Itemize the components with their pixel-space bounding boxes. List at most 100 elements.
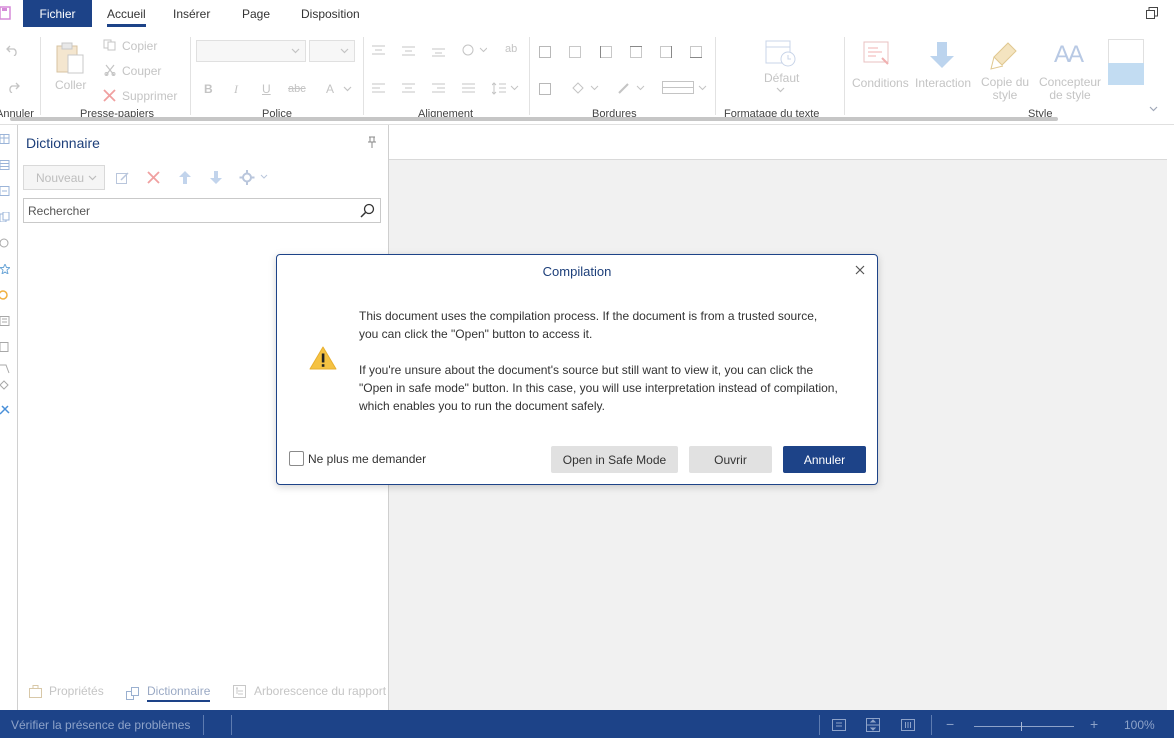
pages-icon[interactable] bbox=[0, 212, 10, 222]
redo-icon[interactable] bbox=[6, 81, 20, 93]
tab-properties[interactable]: Propriétés bbox=[29, 684, 104, 698]
check-issues-button[interactable]: Vérifier la présence de problèmes bbox=[11, 718, 190, 732]
font-family-dropdown[interactable] bbox=[196, 40, 306, 62]
border-top-icon[interactable] bbox=[630, 46, 642, 58]
star-icon[interactable] bbox=[0, 264, 10, 274]
tab-inserer[interactable]: Insérer bbox=[173, 0, 210, 27]
open-safe-mode-button[interactable]: Open in Safe Mode bbox=[551, 446, 678, 473]
chevron-down-icon[interactable] bbox=[776, 87, 785, 93]
chevron-down-icon[interactable] bbox=[343, 86, 352, 92]
border-left-icon[interactable] bbox=[600, 46, 612, 58]
view-multiple-pages-icon[interactable] bbox=[901, 719, 915, 731]
zoom-slider[interactable] bbox=[974, 722, 1074, 731]
ribbon-scrollbar[interactable] bbox=[10, 117, 1058, 121]
shape-icon[interactable] bbox=[0, 364, 10, 374]
style-gallery-preview[interactable] bbox=[1108, 39, 1144, 85]
align-top-icon[interactable] bbox=[372, 45, 385, 56]
text-format-icon[interactable] bbox=[764, 38, 798, 68]
style-designer-icon[interactable]: AA bbox=[1054, 41, 1084, 69]
align-bottom-icon[interactable] bbox=[432, 46, 445, 57]
text-icon[interactable] bbox=[0, 316, 10, 326]
border-color-icon[interactable] bbox=[617, 81, 647, 95]
border-bottom-icon[interactable] bbox=[690, 46, 702, 58]
style-designer-button[interactable]: Concepteur de style bbox=[1039, 76, 1101, 102]
strikethrough-icon[interactable]: abc bbox=[288, 83, 306, 95]
diamond-icon[interactable] bbox=[0, 380, 10, 390]
interaction-icon[interactable] bbox=[928, 40, 956, 72]
dont-ask-again-option[interactable]: Ne plus me demander bbox=[289, 451, 426, 466]
list-icon[interactable] bbox=[0, 160, 10, 170]
canvas-scrollbar[interactable] bbox=[1167, 125, 1174, 710]
search-icon[interactable] bbox=[360, 203, 375, 218]
search-field[interactable] bbox=[23, 198, 381, 223]
tools-icon[interactable] bbox=[0, 405, 10, 415]
close-icon[interactable] bbox=[855, 265, 865, 275]
font-size-dropdown[interactable] bbox=[309, 40, 355, 62]
border-all-icon[interactable] bbox=[539, 46, 551, 58]
undo-icon[interactable] bbox=[6, 44, 20, 56]
rotate-text-icon[interactable] bbox=[461, 43, 487, 57]
conditions-icon[interactable] bbox=[862, 40, 894, 70]
dont-ask-again-checkbox[interactable] bbox=[289, 451, 304, 466]
cut-button[interactable]: Couper bbox=[122, 64, 161, 78]
view-single-page-icon[interactable] bbox=[832, 719, 846, 731]
move-down-icon[interactable] bbox=[209, 170, 223, 185]
pin-icon[interactable] bbox=[368, 136, 376, 148]
align-right-icon[interactable] bbox=[432, 83, 445, 94]
line-spacing-icon[interactable] bbox=[492, 82, 520, 95]
copy-button[interactable]: Copier bbox=[122, 39, 157, 53]
paste-button[interactable]: Coller bbox=[55, 78, 86, 92]
copy-style-button[interactable]: Copie du style bbox=[981, 76, 1029, 102]
circle-icon[interactable] bbox=[0, 290, 10, 300]
zoom-out-button[interactable]: − bbox=[946, 716, 954, 732]
new-item-dropdown[interactable]: Nouveau bbox=[23, 165, 105, 190]
open-button[interactable]: Ouvrir bbox=[689, 446, 772, 473]
delete-icon[interactable] bbox=[103, 89, 116, 102]
font-color-icon[interactable]: A bbox=[326, 82, 334, 96]
tab-accueil[interactable]: Accueil bbox=[107, 0, 146, 27]
align-left-icon[interactable] bbox=[372, 83, 385, 94]
zoom-slider-thumb[interactable] bbox=[1021, 722, 1022, 731]
border-none-icon[interactable] bbox=[569, 46, 581, 58]
dont-ask-again-label[interactable]: Ne plus me demander bbox=[308, 452, 426, 466]
cut-icon[interactable] bbox=[104, 64, 116, 76]
paste-icon[interactable] bbox=[54, 41, 86, 75]
fill-color-icon[interactable] bbox=[571, 81, 601, 95]
search-input[interactable] bbox=[24, 199, 344, 222]
view-continuous-icon[interactable] bbox=[866, 718, 880, 732]
border-box-icon[interactable] bbox=[539, 83, 551, 95]
wrap-text-icon[interactable]: ab bbox=[505, 43, 517, 55]
history-icon[interactable] bbox=[0, 238, 10, 248]
bold-icon[interactable]: B bbox=[204, 82, 213, 96]
expand-gallery-icon[interactable] bbox=[1149, 106, 1158, 112]
copy-style-icon[interactable] bbox=[988, 40, 1020, 72]
conditions-button[interactable]: Conditions bbox=[852, 76, 909, 90]
tab-page[interactable]: Page bbox=[242, 0, 270, 27]
border-right-icon[interactable] bbox=[660, 46, 672, 58]
tab-report-tree[interactable]: Arborescence du rapport bbox=[233, 684, 386, 698]
copy-icon[interactable] bbox=[103, 39, 117, 51]
save-icon[interactable] bbox=[0, 6, 12, 20]
rectangle-icon[interactable] bbox=[0, 342, 10, 352]
tab-fichier[interactable]: Fichier bbox=[23, 0, 92, 27]
align-middle-icon[interactable] bbox=[402, 45, 415, 56]
underline-icon[interactable]: U bbox=[262, 82, 271, 96]
tab-disposition[interactable]: Disposition bbox=[301, 0, 360, 27]
zoom-in-button[interactable]: + bbox=[1090, 716, 1098, 732]
restore-window-icon[interactable] bbox=[1146, 7, 1158, 19]
border-style-icon[interactable] bbox=[662, 81, 708, 95]
align-center-icon[interactable] bbox=[402, 83, 415, 94]
edit-icon[interactable] bbox=[116, 171, 130, 185]
tab-dictionary[interactable]: Dictionnaire bbox=[126, 684, 211, 702]
cancel-button[interactable]: Annuler bbox=[783, 446, 866, 473]
text-format-default[interactable]: Défaut bbox=[764, 71, 799, 85]
italic-icon[interactable]: I bbox=[234, 82, 238, 97]
move-up-icon[interactable] bbox=[178, 170, 192, 185]
interaction-button[interactable]: Interaction bbox=[915, 76, 971, 90]
justify-icon[interactable] bbox=[462, 83, 475, 94]
report-icon[interactable] bbox=[0, 186, 10, 196]
delete-button[interactable]: Supprimer bbox=[122, 89, 177, 103]
table-icon[interactable] bbox=[0, 134, 10, 144]
delete-icon[interactable] bbox=[147, 171, 160, 184]
settings-icon[interactable] bbox=[239, 170, 269, 185]
